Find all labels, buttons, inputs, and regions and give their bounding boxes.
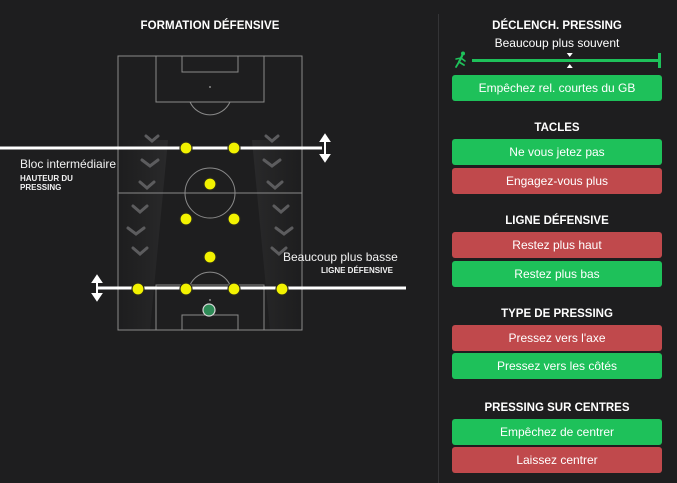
pressing-height-sublabel-1: HAUTEUR DU	[20, 174, 73, 183]
stop-crosses-button[interactable]: Empêchez de centrer	[452, 419, 662, 445]
player-central-mid-left	[179, 212, 193, 226]
player-defensive-mid	[203, 250, 217, 264]
cross-pressing-title: PRESSING SUR CENTRES	[484, 402, 630, 414]
player-right-back	[275, 282, 289, 296]
pitch-diagram	[0, 55, 406, 331]
slider-track	[472, 59, 660, 62]
player-centre-back-left	[179, 282, 193, 296]
player-centre-back-right	[227, 282, 241, 296]
right-channel-shade	[252, 140, 300, 330]
pressing-height-handle-icon[interactable]	[319, 133, 331, 163]
left-channel-shade	[120, 140, 168, 330]
drop-off-more-button[interactable]: Restez plus bas	[452, 261, 662, 287]
tackles-title: TACLES	[534, 122, 580, 134]
player-striker-right	[227, 141, 241, 155]
player-striker-left	[179, 141, 193, 155]
player-goalkeeper	[202, 303, 216, 317]
defensive-line-title: LIGNE DÉFENSIVE	[505, 215, 609, 227]
stay-on-feet-button[interactable]: Ne vous jetez pas	[452, 139, 662, 165]
instructions-panel: DÉCLENCH. PRESSING Beaucoup plus souvent…	[452, 0, 662, 483]
pressing-trigger-value: Beaucoup plus souvent	[494, 36, 620, 50]
pressing-height-sublabel-2: PRESSING	[20, 183, 62, 192]
running-player-icon	[455, 51, 466, 68]
get-stuck-in-button[interactable]: Engagez-vous plus	[452, 168, 662, 194]
prevent-gk-short-distribution-button[interactable]: Empêchez rel. courtes du GB	[452, 75, 662, 101]
defensive-line-label: Beaucoup plus basse	[283, 250, 398, 264]
pressing-trigger-slider[interactable]	[452, 50, 662, 72]
slider-end-cap	[658, 53, 661, 68]
defensive-line-sublabel: LIGNE DÉFENSIVE	[321, 266, 394, 275]
player-central-mid-right	[227, 212, 241, 226]
panel-divider	[438, 14, 439, 483]
force-inside-button[interactable]: Pressez vers l'axe	[452, 325, 662, 351]
pressing-height-label: Bloc intermédiaire	[20, 157, 117, 171]
pressing-trigger-title: DÉCLENCH. PRESSING	[492, 20, 622, 32]
pressing-type-title: TYPE DE PRESSING	[501, 308, 613, 320]
step-up-more-button[interactable]: Restez plus haut	[452, 232, 662, 258]
formation-panel: FORMATION DÉFENSIVE Bloc intermédiaire H…	[0, 0, 438, 483]
player-left-back	[131, 282, 145, 296]
player-attacking-mid	[203, 177, 217, 191]
force-outside-button[interactable]: Pressez vers les côtés	[452, 353, 662, 379]
invite-crosses-button[interactable]: Laissez centrer	[452, 447, 662, 473]
